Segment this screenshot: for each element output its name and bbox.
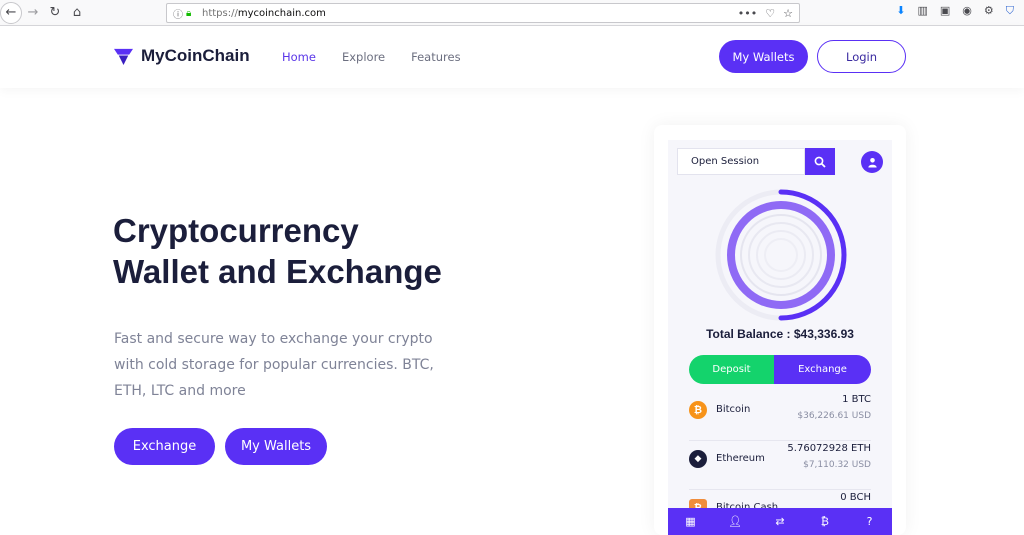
profile-button[interactable]	[861, 151, 883, 173]
nav-explore[interactable]: Explore	[342, 50, 385, 64]
balance-ring-chart	[715, 189, 847, 321]
user-icon[interactable]: 👤︎	[725, 515, 745, 528]
login-button[interactable]: Login	[817, 40, 906, 73]
list-item[interactable]: ₿ Bitcoin 1 BTC $36,226.61 USD	[689, 392, 871, 441]
dashboard-icon[interactable]: ▦	[680, 515, 700, 528]
url-protocol: https://	[202, 7, 238, 19]
coin-usd-value: $7,110.32 USD	[803, 460, 871, 470]
forward-icon[interactable]: →	[22, 2, 44, 24]
exchange-button[interactable]: Exchange	[114, 428, 215, 465]
phone-exchange-button[interactable]: Exchange	[774, 355, 871, 384]
pocket-icon[interactable]: ♡	[765, 7, 775, 20]
deposit-button[interactable]: Deposit	[689, 355, 774, 384]
nav-features[interactable]: Features	[411, 50, 460, 64]
exchange-arrows-icon[interactable]: ⇄	[770, 515, 790, 528]
coin-amount: 0 BCH	[840, 492, 871, 503]
home-icon[interactable]: ⌂	[66, 2, 88, 24]
coin-amount: 5.76072928 ETH	[787, 443, 871, 454]
search-icon	[814, 156, 826, 168]
library-icon[interactable]: ▥	[917, 4, 927, 18]
hero-title-line1: Cryptocurrency	[113, 212, 359, 249]
coin-name: Bitcoin	[716, 404, 751, 415]
browser-toolbar: ← → ↻ ⌂ ⓘ 🔒︎ https:// mycoinchain.com ••…	[0, 0, 1024, 26]
hero-title-line2: Wallet and Exchange	[113, 253, 442, 290]
search-button[interactable]	[805, 148, 835, 175]
shield-icon[interactable]: ⛉	[1006, 4, 1014, 18]
session-input[interactable]: Open Session	[677, 148, 805, 175]
address-bar[interactable]: ⓘ 🔒︎ https:// mycoinchain.com ••• ♡ ☆	[166, 3, 800, 23]
ethereum-icon: ◆	[689, 450, 707, 468]
info-icon[interactable]: ⓘ	[170, 6, 186, 21]
back-icon[interactable]: ←	[0, 1, 22, 24]
main-nav: Home Explore Features	[282, 50, 461, 64]
site-header: MyCoinChain Home Explore Features My Wal…	[0, 26, 1024, 88]
nav-home[interactable]: Home	[282, 50, 316, 64]
more-icon[interactable]: •••	[738, 7, 757, 20]
url-host: mycoinchain.com	[237, 7, 326, 19]
brand-logo[interactable]: MyCoinChain	[114, 46, 250, 66]
lock-icon: 🔒︎	[186, 7, 192, 19]
balance-label: Total Balance :	[706, 327, 791, 341]
bitcoin-icon: ₿	[689, 401, 707, 419]
download-icon[interactable]: ⬇	[896, 4, 905, 18]
help-icon[interactable]: ?	[860, 515, 880, 528]
total-balance: Total Balance : $43,336.93	[668, 327, 892, 341]
hero-subtitle: Fast and secure way to exchange your cry…	[114, 331, 434, 399]
hero-my-wallets-button[interactable]: My Wallets	[225, 428, 327, 465]
coin-usd-value: $36,226.61 USD	[797, 411, 871, 421]
action-buttons: Deposit Exchange	[689, 355, 871, 384]
brand-name: MyCoinChain	[141, 46, 250, 65]
reload-icon[interactable]: ↻	[44, 2, 66, 24]
logo-icon	[114, 48, 133, 65]
balance-value: $43,336.93	[793, 327, 854, 341]
sidebar-icon[interactable]: ▣	[940, 4, 950, 18]
extension-icon[interactable]: ⚙	[984, 4, 994, 18]
account-icon[interactable]: ◉	[962, 4, 972, 18]
bottom-nav: ▦ 👤︎ ⇄ ₿ ?	[668, 508, 892, 535]
coin-amount: 1 BTC	[842, 394, 871, 405]
bookmark-star-icon[interactable]: ☆	[783, 7, 793, 20]
phone-screen: Open Session Total Balance : $43,336.93 …	[668, 140, 892, 535]
user-icon	[867, 157, 877, 168]
list-item[interactable]: ◆ Ethereum 5.76072928 ETH $7,110.32 USD	[689, 441, 871, 490]
coin-name: Ethereum	[716, 453, 765, 464]
my-wallets-button[interactable]: My Wallets	[719, 40, 808, 73]
hero-title: Cryptocurrency Wallet and Exchange	[113, 210, 533, 292]
bitcoin-icon[interactable]: ₿	[815, 515, 835, 528]
